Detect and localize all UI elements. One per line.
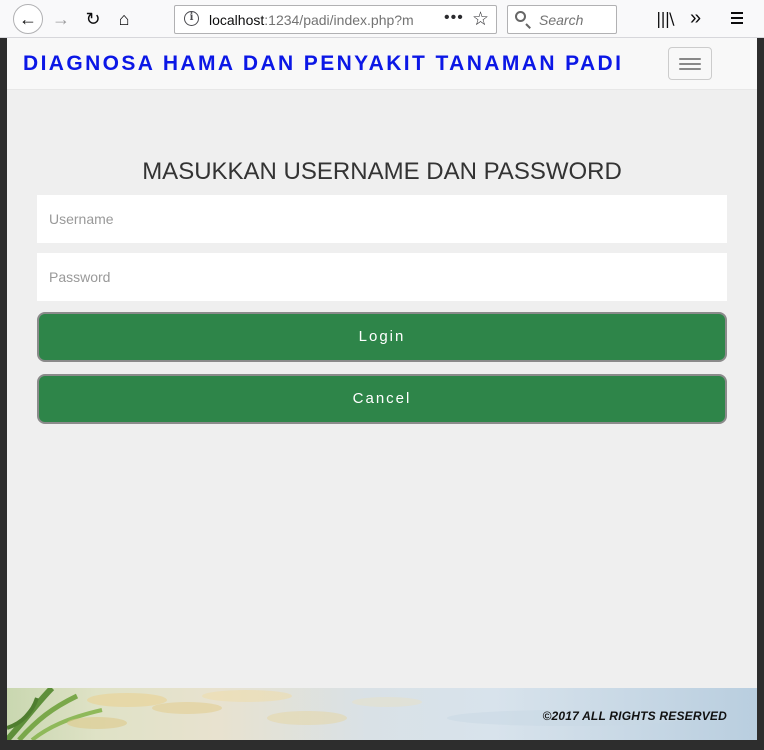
page-viewport: DIAGNOSA HAMA DAN PENYAKIT TANAMAN PADI … (7, 38, 757, 740)
window-bottom-edge (0, 740, 764, 750)
home-icon[interactable]: ⌂ (110, 5, 138, 33)
hamburger-menu-icon[interactable] (731, 12, 743, 24)
navbar-toggle-button[interactable] (668, 47, 712, 80)
cancel-button[interactable]: Cancel (37, 374, 727, 424)
page-actions-icon[interactable]: ••• (444, 9, 464, 27)
url-text[interactable]: localhost:1234/padi/index.php?m (209, 12, 414, 28)
reload-icon[interactable]: ↻ (79, 5, 107, 33)
search-icon (515, 11, 526, 22)
hamburger-icon (679, 58, 701, 60)
info-icon[interactable]: i (184, 11, 199, 26)
footer: ©2017 ALL RIGHTS RESERVED (7, 688, 757, 740)
login-button[interactable]: Login (37, 312, 727, 362)
library-icon[interactable]: |||\ (656, 9, 675, 28)
login-heading: MASUKKAN USERNAME DAN PASSWORD (142, 158, 622, 185)
search-placeholder: Search (539, 12, 584, 28)
search-input[interactable]: Search (507, 5, 617, 34)
overflow-chevron-icon[interactable]: » (690, 7, 701, 30)
username-field[interactable] (37, 195, 727, 243)
bookmark-star-icon[interactable]: ☆ (472, 8, 489, 31)
browser-toolbar: ← → ↻ ⌂ i localhost:1234/padi/index.php?… (0, 0, 764, 38)
url-bar[interactable]: i localhost:1234/padi/index.php?m ••• ☆ (174, 5, 497, 34)
back-arrow-icon[interactable]: ← (13, 4, 43, 34)
password-field[interactable] (37, 253, 727, 301)
site-brand[interactable]: DIAGNOSA HAMA DAN PENYAKIT TANAMAN PADI (23, 52, 623, 76)
forward-arrow-icon[interactable]: → (47, 5, 75, 33)
footer-copyright: ©2017 ALL RIGHTS RESERVED (542, 709, 727, 723)
site-navbar: DIAGNOSA HAMA DAN PENYAKIT TANAMAN PADI (7, 38, 757, 90)
